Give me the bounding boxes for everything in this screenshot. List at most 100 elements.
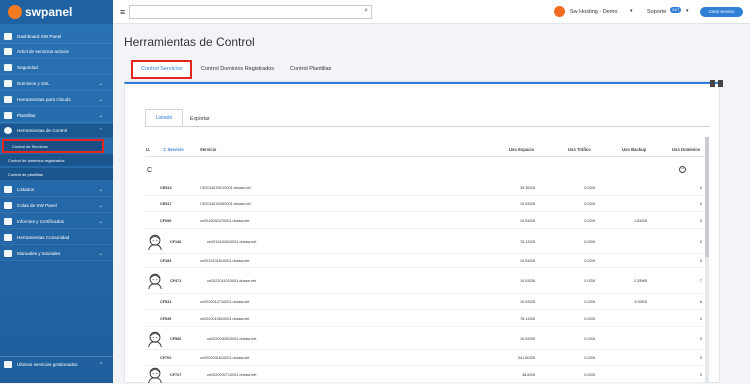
scrollbar-thumb[interactable] (705, 137, 709, 257)
search-input[interactable]: ⌕ (129, 5, 372, 19)
traffic-usage: 0.0GB (584, 317, 595, 321)
backup-usage: 1.83GB (634, 219, 647, 223)
sidebar-item-manuals[interactable]: Manuales y tutoriales ⌄ (0, 247, 113, 261)
table-row[interactable]: CF146 ce2019100610001.dnssw.net 78.13GB 0.0… (145, 229, 703, 254)
sidebar-item-label: Seguridad (17, 65, 38, 70)
top-bar: ≡ ⌕ Sw Hosting - Demo ▾ Soporte 24/7 ▾ C… (113, 0, 750, 24)
sidebar-item-control-tools[interactable]: Herramientas de Control ⌃ (0, 124, 113, 138)
sidebar-item-label: Últimos servicios gestionados (17, 362, 78, 367)
service-code[interactable]: CF727 (170, 373, 181, 377)
swpanel-logo-icon (8, 5, 22, 19)
domains-usage: 0 (699, 186, 702, 190)
history-icon (4, 361, 12, 368)
subtab-listado[interactable]: Listado (145, 109, 183, 126)
sidebar-item-domains-ssl[interactable]: Dominios y SSL ⌄ (0, 77, 113, 91)
support-menu[interactable]: Soporte (647, 9, 666, 15)
export-pdf-icon[interactable] (710, 80, 715, 87)
menu-toggle-icon[interactable]: ≡ (120, 7, 125, 17)
column-header-uso-espacio[interactable]: Uso Espacio (509, 147, 534, 152)
service-code[interactable]: CF535 (160, 317, 171, 321)
service-code[interactable]: CF146 (170, 240, 181, 244)
space-usage: 19.53GB (520, 219, 535, 223)
column-header-uso-backup[interactable]: Uso Backup (622, 147, 646, 152)
table-row[interactable]: CF096 ce2019092470001.dnssw.net 19.53GB 0.0… (145, 212, 703, 229)
create-service-button[interactable]: Crear servicio (700, 7, 743, 17)
space-usage: 19.53GB (520, 259, 535, 263)
sidebar-subitem-control-servicios[interactable]: Control de Servicios (2, 139, 104, 153)
sidebar-item-label: Plantillas (17, 113, 36, 118)
table-scrollbar[interactable] (705, 137, 709, 383)
collapse-group-icon[interactable]: − (679, 166, 686, 173)
table-row[interactable]: CF535 ce2020012810001.dnssw.net 78.13GB 0.0… (145, 310, 703, 327)
sidebar-subitem-control-plantillas[interactable]: Control de plantillas (0, 168, 113, 180)
sidebar-item-services-tree[interactable]: Árbol de servicios activos (0, 45, 113, 59)
domains-usage: 0 (699, 240, 702, 244)
toolbox-icon (4, 96, 12, 103)
subtab-exportar[interactable]: Exportar (190, 116, 210, 122)
service-code[interactable]: CF096 (160, 219, 171, 223)
domains-usage: 4 (699, 317, 702, 321)
service-code[interactable]: CF702 (160, 356, 171, 360)
service-code[interactable]: CF183 (160, 259, 171, 263)
traffic-usage: 0.0GB (584, 300, 595, 304)
table-row[interactable]: CF566 ce2020030510001.dnssw.net 19.53GB 0.0… (145, 327, 703, 350)
sidebar-item-reports[interactable]: Informes y Certificados ⌄ (0, 215, 113, 229)
column-header-u[interactable]: U. (146, 147, 150, 152)
sidebar-item-lists[interactable]: Listados ⌄ (0, 183, 113, 197)
chevron-down-icon: ⌄ (98, 112, 103, 119)
space-usage: 19.53GB (520, 279, 535, 283)
brand-logo[interactable]: swpanel (0, 0, 113, 24)
domains-usage: 6 (699, 300, 702, 304)
table-row[interactable]: CE514 CE2018100210001.dnssw.net 39.36GB 0.0… (145, 180, 703, 196)
tab-control-dominios[interactable]: Control Dominios Registrados (201, 66, 274, 72)
domains-usage: 0 (699, 259, 702, 263)
table-row[interactable]: CF183 ce2019101810001.dnssw.net 19.53GB 0.0… (145, 254, 703, 268)
sidebar-item-community-tools[interactable]: Herramientas Comunidad (0, 231, 113, 245)
service-code[interactable]: CF531 (160, 300, 171, 304)
service-code[interactable]: CF566 (170, 337, 181, 341)
table-row[interactable]: CF531 ce2020012710001.dnssw.net 19.53GB 0.0… (145, 294, 703, 310)
search-icon[interactable]: ⌕ (364, 7, 368, 15)
service-code[interactable]: CE517 (160, 202, 172, 206)
tab-control-plantillas[interactable]: Control Plantillas (290, 66, 331, 72)
column-header-c-servicio[interactable]: ↑ C Servicio (160, 147, 184, 152)
sidebar-item-recent-services[interactable]: Últimos servicios gestionados ⌃ (0, 356, 113, 372)
traffic-usage: 0.0GB (584, 219, 595, 223)
column-header-servicio[interactable]: Servicio (200, 147, 216, 152)
check-circle-icon (4, 127, 12, 134)
export-csv-icon[interactable] (718, 80, 723, 87)
community-icon (4, 234, 12, 241)
table-row[interactable]: CF702 ce2020031810001.dnssw.net 341.80GB 0.… (145, 350, 703, 366)
sidebar-item-label: Informes y Certificados (17, 219, 64, 224)
sidebar-item-dashboard[interactable]: Dashboard SW Panel (0, 30, 113, 44)
organization-name[interactable]: Sw Hosting - Demo (570, 9, 617, 15)
service-hostname: ce2019101810001.dnssw.net (200, 259, 250, 263)
sidebar-subitem-control-dominios[interactable]: Control de dominios registrados (0, 154, 113, 166)
service-hostname: ce2020031810001.dnssw.net (200, 356, 250, 360)
chevron-down-icon[interactable]: ▾ (630, 8, 633, 14)
queue-icon (4, 202, 12, 209)
space-usage: 78.13GB (520, 317, 535, 321)
support-badge: 24/7 (670, 7, 682, 13)
column-header-uso-dominios[interactable]: Uso Dominios (672, 147, 700, 152)
service-code[interactable]: CE514 (160, 186, 172, 190)
tab-control-servicios[interactable]: Control Servicios (141, 66, 183, 72)
group-label: C (147, 167, 153, 174)
column-header-uso-trafico[interactable]: Uso Tráfico (568, 147, 591, 152)
service-hostname: ce2020032710001.dnssw.net (207, 373, 257, 377)
sidebar-item-security[interactable]: Seguridad (0, 61, 113, 75)
service-code[interactable]: CF471 (170, 279, 181, 283)
table-row[interactable]: CF471 ce2022011010001.dnssw.net 19.53GB 0.0… (145, 268, 703, 294)
table-row[interactable]: CF727 ce2020032710001.dnssw.net 48.8GB 0.0G… (145, 366, 703, 384)
sidebar-item-cloud-tools[interactable]: Herramientas para Clouds ⌄ (0, 93, 113, 107)
chevron-down-icon[interactable]: ▾ (686, 8, 689, 14)
sidebar-item-queues[interactable]: Colas de SW Panel ⌄ (0, 199, 113, 213)
sidebar-item-templates[interactable]: Plantillas ⌄ (0, 109, 113, 123)
space-usage: 39.36GB (520, 186, 535, 190)
table-row[interactable]: CE517 CE2018102460001.dnssw.net 19.53GB 0.0… (145, 196, 703, 212)
user-avatar-icon (148, 331, 162, 348)
service-hostname: ce2022011010001.dnssw.net (207, 279, 257, 283)
traffic-usage: 0.0GB (584, 202, 595, 206)
gear-icon (4, 80, 12, 87)
tree-icon (4, 48, 12, 55)
